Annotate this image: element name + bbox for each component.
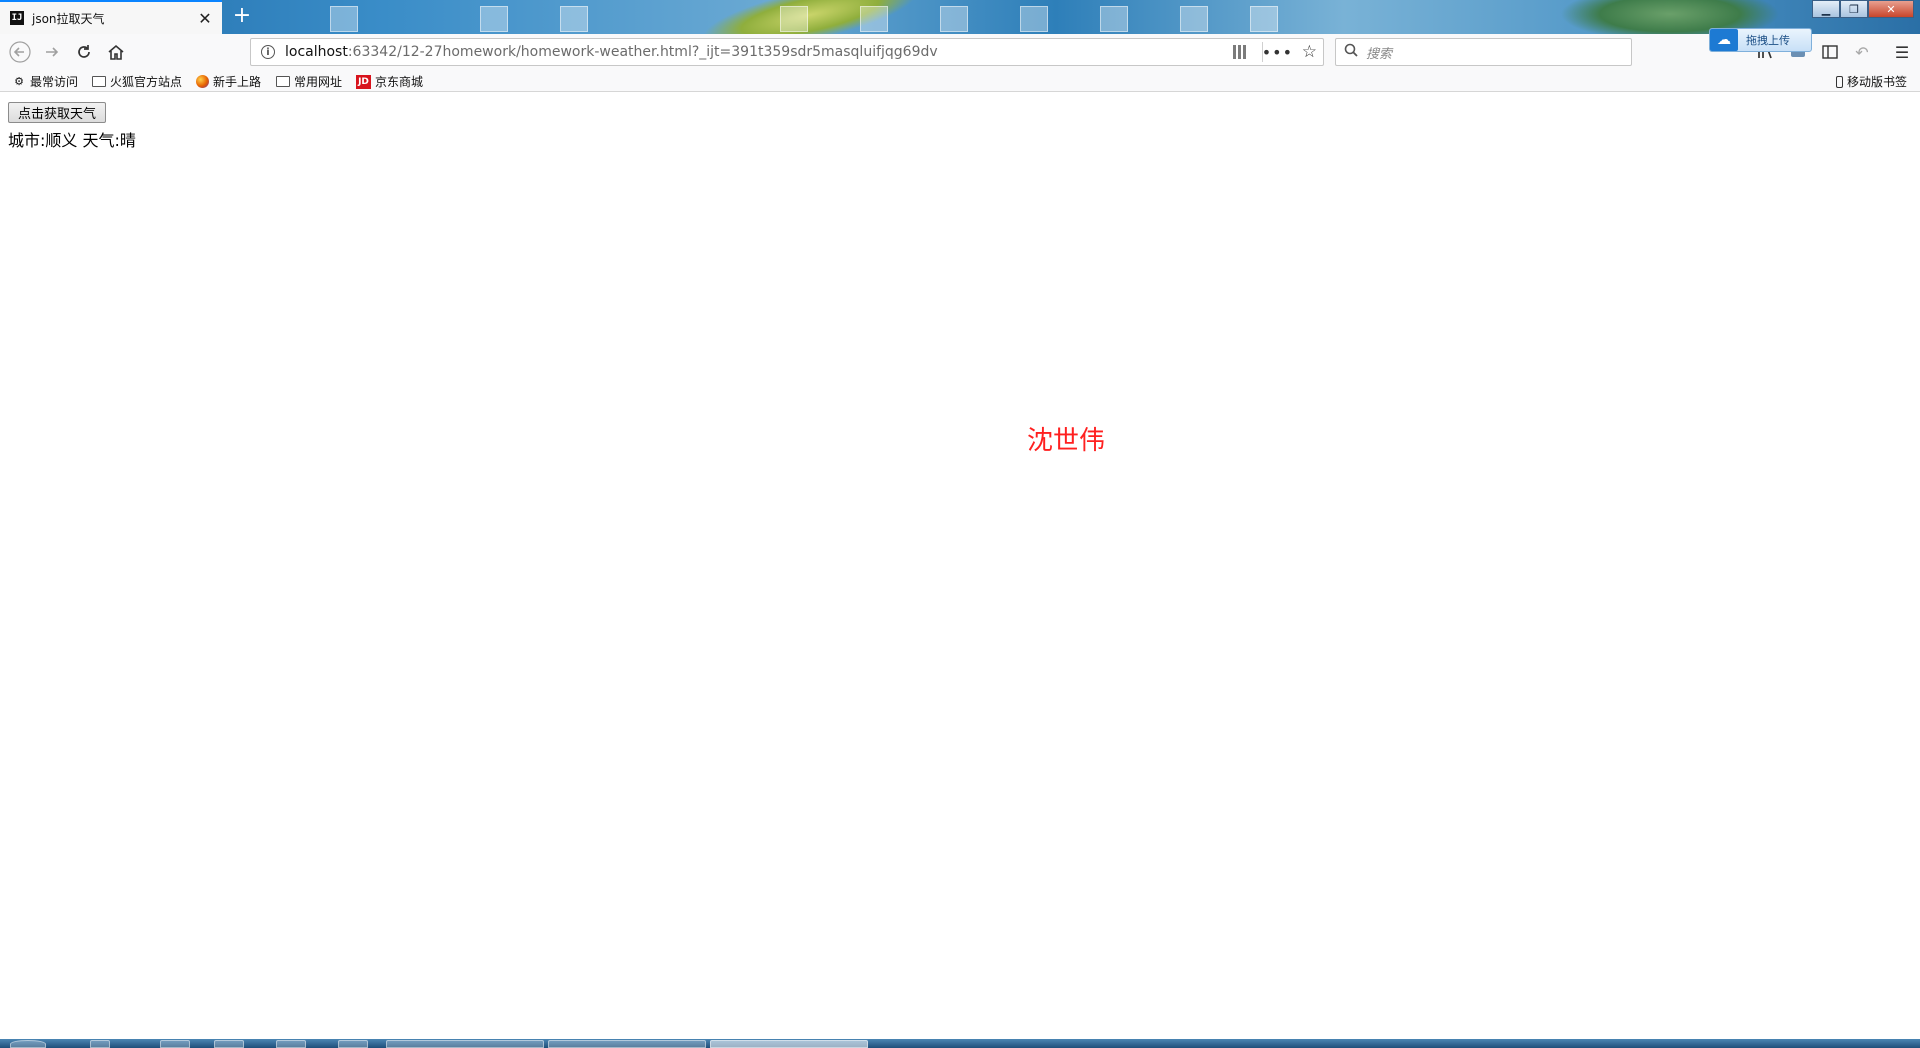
desktop-icon (1250, 6, 1278, 32)
browser-tab-active[interactable]: IJ json拉取天气 ✕ (0, 0, 222, 34)
back-button[interactable] (8, 40, 32, 64)
bookmark-star-icon[interactable]: ☆ (1302, 42, 1317, 62)
window-titlebar: IJ json拉取天气 ✕ + ▁ ❐ ✕ (0, 0, 1920, 34)
page-actions-icon[interactable]: ••• (1262, 43, 1293, 62)
bookmarks-toolbar: ⚙ 最常访问 火狐官方站点 新手上路 常用网址 JD 京东商城 移动版书签 (0, 70, 1920, 92)
bookmark-most-visited[interactable]: ⚙ 最常访问 (12, 73, 78, 90)
bookmark-label: 京东商城 (375, 75, 424, 89)
home-icon (108, 44, 124, 60)
undo-icon[interactable]: ↶ (1850, 40, 1874, 64)
bookmark-label: 移动版书签 (1847, 75, 1908, 89)
desktop-icon (860, 6, 888, 32)
desktop-icon (940, 6, 968, 32)
taskbar-window[interactable] (386, 1040, 544, 1048)
home-button[interactable] (104, 40, 128, 64)
search-placeholder: 搜索 (1366, 46, 1393, 62)
mobile-icon (1836, 75, 1843, 88)
bookmark-mobile[interactable]: 移动版书签 (1836, 73, 1907, 90)
desktop-icon (560, 6, 588, 32)
window-controls: ▁ ❐ ✕ (1812, 0, 1914, 18)
minimize-icon[interactable]: ▁ (1812, 0, 1840, 18)
bookmark-firefox-official[interactable]: 火狐官方站点 (92, 73, 182, 90)
desktop-icon (1020, 6, 1048, 32)
taskbar-app-icon[interactable] (214, 1040, 244, 1048)
url-host: localhost (285, 44, 348, 60)
cloud-icon: ☁ (1710, 29, 1738, 51)
forward-button[interactable] (40, 40, 64, 64)
weather-result-text: 城市:顺义 天气:晴 (8, 131, 136, 150)
site-info-icon[interactable]: i (261, 45, 275, 59)
sidebar-toggle-icon[interactable] (1818, 40, 1842, 64)
search-icon (1344, 43, 1358, 61)
firefox-icon (196, 75, 209, 88)
tab-title: json拉取天气 (32, 11, 105, 26)
taskbar-window[interactable] (548, 1040, 706, 1048)
taskbar-app-icon[interactable] (338, 1040, 368, 1048)
restore-icon[interactable]: ❐ (1840, 0, 1868, 18)
bookmark-label: 火狐官方站点 (110, 75, 183, 89)
bookmark-label: 最常访问 (30, 75, 79, 89)
taskbar-app-icon[interactable] (160, 1040, 190, 1048)
desktop-icon (330, 6, 358, 32)
os-taskbar (0, 1039, 1920, 1048)
intellij-favicon-icon: IJ (10, 11, 24, 25)
folder-icon (92, 76, 106, 87)
close-tab-icon[interactable]: ✕ (198, 9, 212, 28)
wallpaper-decoration (697, 0, 923, 34)
reload-icon (78, 45, 90, 58)
taskbar-app-icon[interactable] (276, 1040, 306, 1048)
menu-icon[interactable]: ☰ (1890, 40, 1914, 64)
desktop-icon (1100, 6, 1128, 32)
desktop-icon (1180, 6, 1208, 32)
search-bar[interactable]: 搜索 (1335, 38, 1632, 66)
folder-icon (276, 76, 290, 87)
taskbar-app-icon[interactable] (90, 1040, 110, 1048)
address-bar[interactable]: i localhost :63342/12-27homework/homewor… (250, 38, 1324, 66)
page-content: 点击获取天气 城市:顺义 天气:晴 沈世伟 (0, 92, 1920, 1039)
start-button[interactable] (10, 1040, 46, 1048)
taskbar-window-active[interactable] (710, 1040, 868, 1048)
upload-label: 拖拽上传 (1746, 34, 1790, 47)
qr-code-icon[interactable] (1233, 45, 1247, 59)
bookmark-label: 常用网址 (294, 75, 343, 89)
reload-button[interactable] (72, 40, 96, 64)
bookmark-common-sites[interactable]: 常用网址 (276, 73, 342, 90)
navigation-toolbar: i localhost :63342/12-27homework/homewor… (0, 34, 1920, 70)
bookmark-getting-started[interactable]: 新手上路 (196, 73, 261, 90)
new-tab-button[interactable]: + (230, 4, 254, 28)
bookmark-label: 新手上路 (213, 75, 262, 89)
url-path: :63342/12-27homework/homework-weather.ht… (347, 44, 938, 60)
get-weather-button[interactable]: 点击获取天气 (8, 102, 107, 123)
back-arrow-icon (9, 41, 31, 63)
close-window-icon[interactable]: ✕ (1868, 0, 1914, 18)
forward-arrow-icon (46, 47, 59, 57)
desktop-icon (480, 6, 508, 32)
desktop-icon (780, 6, 808, 32)
bookmark-jd-mall[interactable]: JD 京东商城 (356, 73, 423, 90)
author-name: 沈世伟 (1027, 426, 1106, 456)
baidu-upload-widget[interactable]: ☁ 拖拽上传 (1709, 28, 1812, 52)
jd-icon: JD (356, 74, 371, 89)
gear-icon: ⚙ (14, 75, 24, 88)
